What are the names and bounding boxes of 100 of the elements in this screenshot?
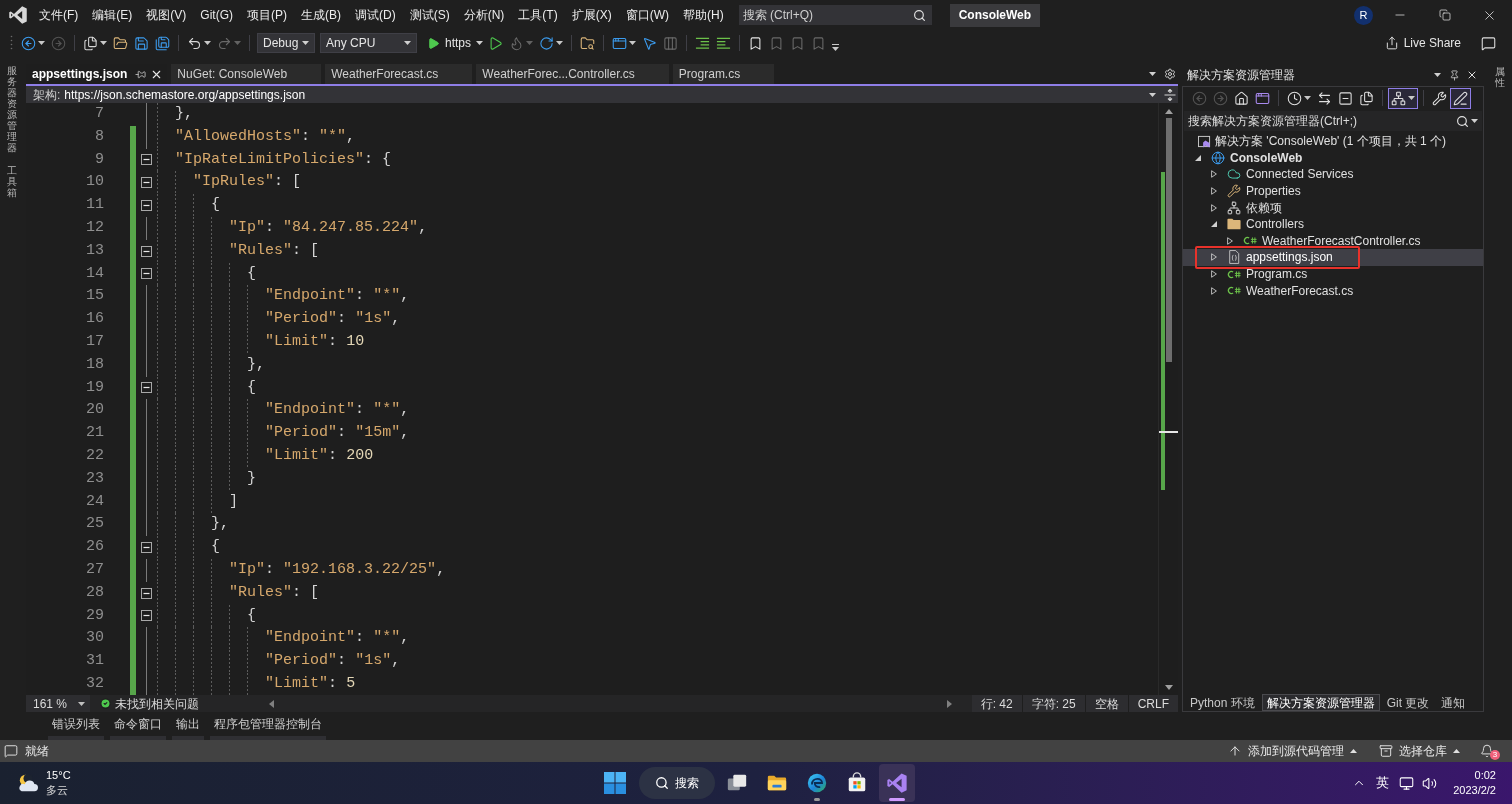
account-avatar[interactable]: R <box>1354 5 1373 25</box>
taskbar-app-button[interactable] <box>879 764 915 802</box>
caret-icon <box>1149 72 1156 76</box>
menu-item[interactable]: 调试(D) <box>348 4 403 26</box>
clock-button[interactable]: 0:02 2023/2/2 <box>1453 768 1496 798</box>
editor-tab[interactable]: NuGet: ConsoleWeb <box>171 64 322 84</box>
tree-item[interactable]: 依赖项 <box>1183 199 1483 216</box>
wrench-icon <box>1227 184 1241 199</box>
tree-item[interactable]: Connected Services <box>1183 166 1483 183</box>
run-button[interactable]: https <box>425 32 485 54</box>
zoom-dropdown[interactable]: 161 % <box>26 695 90 712</box>
editor-tab[interactable]: WeatherForecast.cs <box>325 64 473 84</box>
input-method-indicator[interactable]: 英 <box>1376 773 1390 793</box>
preview-button[interactable] <box>1450 87 1471 109</box>
scroll-right-icon[interactable] <box>946 699 952 708</box>
code-line: "Limit": 5 <box>157 672 356 695</box>
tree-item[interactable]: Program.cs <box>1183 265 1483 283</box>
search-field[interactable]: 搜索 (Ctrl+Q) <box>738 5 932 25</box>
collapse-icon[interactable] <box>141 177 152 189</box>
caret-right-icon[interactable] <box>1211 253 1217 262</box>
menu-item[interactable]: 扩展(X) <box>564 4 619 26</box>
line-number: 30 <box>85 628 104 649</box>
side-tab[interactable]: 服务器资源管理器 <box>7 65 17 153</box>
tree-item[interactable]: ConsoleWeb <box>1183 149 1483 167</box>
pin-button[interactable] <box>1449 67 1460 83</box>
caret-icon <box>1471 119 1478 123</box>
collapse-icon[interactable] <box>141 382 152 394</box>
split-button[interactable] <box>1164 87 1176 102</box>
line-position[interactable]: 行: 42 <box>971 695 1022 712</box>
weather-condition-text[interactable]: 多云 <box>46 783 71 798</box>
line-ending-mode[interactable]: CRLF <box>1127 695 1178 712</box>
search-field[interactable]: 搜索解决方案资源管理器(Ctrl+;) <box>1184 111 1482 131</box>
solution-node[interactable]: 解决方案 'ConsoleWeb' (1 个项目，共 1 个) <box>1183 133 1483 150</box>
overflow-icon[interactable] <box>832 43 839 51</box>
search-input[interactable]: 搜索解决方案资源管理器(Ctrl+;) <box>1188 112 1454 130</box>
menu-item[interactable]: 生成(B) <box>294 4 348 26</box>
collapse-icon[interactable] <box>141 610 152 622</box>
caret-right-icon[interactable] <box>1211 187 1217 196</box>
tree-item[interactable]: WeatherForecastController.cs <box>1183 232 1483 250</box>
menu-item[interactable]: 测试(S) <box>402 4 457 26</box>
source-control-button[interactable]: 添加到源代码管理 <box>1228 742 1357 760</box>
side-tab[interactable]: 属性 <box>1494 66 1505 88</box>
tree-item[interactable]: appsettings.json <box>1183 249 1483 266</box>
files-icon <box>1359 90 1374 106</box>
caret-right-icon[interactable] <box>1211 203 1217 212</box>
live-share-button[interactable]: Live Share <box>1384 32 1461 54</box>
menu-item[interactable]: 项目(P) <box>240 4 294 26</box>
issues-indicator[interactable]: 未找到相关问题 <box>100 695 199 712</box>
caret-down-icon[interactable] <box>1195 154 1201 161</box>
scroll-thumb[interactable] <box>1166 118 1172 362</box>
menu-item[interactable]: Git(G) <box>193 4 240 26</box>
scroll-up-icon[interactable] <box>1164 109 1173 114</box>
menu-item[interactable]: 分析(N) <box>456 4 512 26</box>
code-line: "Endpoint": "*", <box>157 627 410 651</box>
solution-name-badge: ConsoleWeb <box>949 3 1041 27</box>
editor-tab[interactable]: Program.cs <box>672 64 775 84</box>
menu-item[interactable]: 工具(T) <box>511 4 565 26</box>
code-line: { <box>157 262 257 286</box>
temperature-text[interactable]: 15°C <box>46 768 71 783</box>
caret-right-icon[interactable] <box>1211 170 1217 179</box>
caret-right-icon[interactable] <box>1211 286 1217 295</box>
repository-button[interactable]: 选择仓库 <box>1379 742 1460 760</box>
side-tab[interactable]: 工具箱 <box>7 165 17 198</box>
tree-item[interactable]: Controllers <box>1183 215 1483 233</box>
configuration-dropdown[interactable]: Debug <box>257 33 315 53</box>
menu-item[interactable]: 窗口(W) <box>618 4 676 26</box>
bookmark-icon <box>769 35 784 51</box>
arrow-up-icon <box>1228 744 1242 758</box>
panel-tab[interactable]: Git 更改 <box>1381 694 1435 711</box>
scroll-down-icon[interactable] <box>1164 685 1173 690</box>
collapse-icon[interactable] <box>141 200 152 212</box>
scroll-left-icon[interactable] <box>269 699 274 708</box>
schema-url[interactable]: https://json.schemastore.org/appsettings.json <box>64 85 306 104</box>
caret-down-icon[interactable] <box>1211 221 1217 228</box>
collapse-icon[interactable] <box>141 268 152 280</box>
panel-tab[interactable]: 通知 <box>1436 694 1471 711</box>
platform-dropdown[interactable]: Any CPU <box>320 33 417 53</box>
menu-item[interactable]: 编辑(E) <box>85 4 140 26</box>
panel-tab[interactable]: Python 环境 <box>1185 694 1260 711</box>
collapse-icon[interactable] <box>141 587 152 599</box>
editor-tab[interactable]: WeatherForec...Controller.cs <box>476 64 669 84</box>
line-number: 22 <box>85 445 104 466</box>
column-position[interactable]: 字符: 25 <box>1021 695 1085 712</box>
caret-right-icon[interactable] <box>1211 270 1217 279</box>
play-icon <box>488 35 503 51</box>
taskbar-search-button[interactable]: 搜索 <box>639 767 715 799</box>
tree-item[interactable]: WeatherForecast.cs <box>1183 282 1483 299</box>
collapse-icon[interactable] <box>141 245 152 257</box>
panel-tab[interactable]: 解决方案资源管理器 <box>1261 694 1380 711</box>
tree-item[interactable]: Properties <box>1183 182 1483 200</box>
menu-item[interactable]: 帮助(H) <box>676 4 731 26</box>
collapse-icon[interactable] <box>141 154 152 166</box>
search-input[interactable]: 搜索 (Ctrl+Q) <box>742 6 913 24</box>
monitor-icon <box>1399 775 1415 791</box>
menu-item[interactable]: 视图(V) <box>139 4 194 26</box>
menu-item[interactable]: 文件(F) <box>32 4 86 26</box>
caret-right-icon[interactable] <box>1227 236 1233 245</box>
tree-view-button[interactable] <box>1388 87 1418 109</box>
collapse-icon[interactable] <box>141 542 152 554</box>
indentation-mode[interactable]: 空格 <box>1084 695 1128 712</box>
